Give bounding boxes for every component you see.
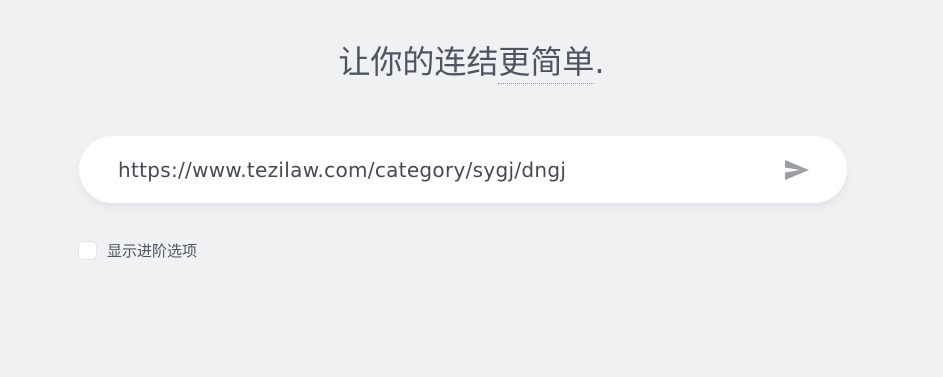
page-title: 让你的连结更简单. bbox=[0, 40, 943, 84]
headline-prefix: 让你的连结 bbox=[338, 43, 499, 81]
advanced-options-checkbox[interactable] bbox=[79, 241, 96, 259]
headline-suffix: . bbox=[594, 43, 605, 81]
headline-emphasis: 更简单 bbox=[498, 43, 595, 84]
url-input[interactable] bbox=[118, 136, 758, 203]
page: 让你的连结更简单. 显示进阶选项 bbox=[0, 0, 943, 377]
advanced-options-label[interactable]: 显示进阶选项 bbox=[107, 240, 197, 261]
url-form bbox=[79, 136, 847, 203]
shorten-button[interactable] bbox=[783, 157, 811, 183]
send-icon bbox=[785, 160, 809, 180]
advanced-options: 显示进阶选项 bbox=[79, 240, 197, 260]
